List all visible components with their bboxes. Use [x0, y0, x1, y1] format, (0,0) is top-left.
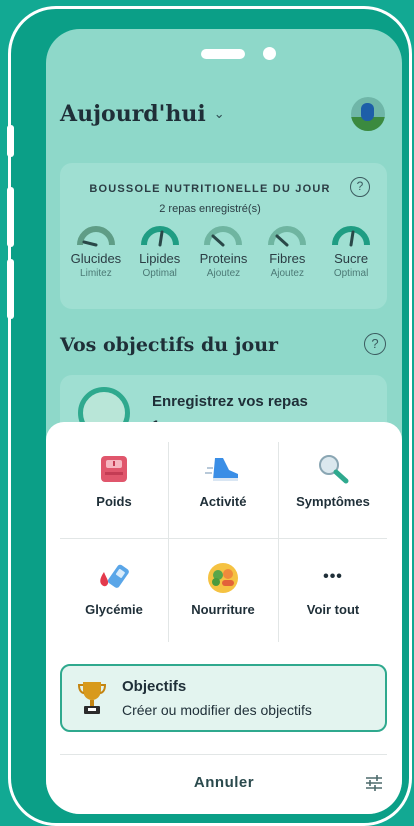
objectifs-button[interactable]: Objectifs Créer ou modifier des objectif…: [60, 664, 387, 732]
gauge-sucre: Sucre Optimal: [320, 225, 382, 279]
date-selector[interactable]: Aujourd'hui ⌄: [60, 101, 225, 127]
objectifs-subtitle: Créer ou modifier des objectifs: [122, 702, 312, 718]
compass-subtitle: 2 repas enregistré(s): [159, 203, 261, 215]
compass-title: BOUSSOLE NUTRITIONELLE DU JOUR: [89, 183, 331, 195]
gauge-glucides-icon: [76, 226, 115, 247]
gauge-status: Ajoutez: [206, 268, 241, 279]
side-button: [7, 259, 14, 319]
gauge-status: Ajoutez: [270, 268, 304, 279]
entry-label: Activité: [199, 494, 247, 509]
entry-activite-button[interactable]: Activité: [169, 442, 277, 540]
gauge-proteins: Proteins Ajoutez: [192, 225, 254, 279]
nutrition-compass-card[interactable]: BOUSSOLE NUTRITIONELLE DU JOUR ? 2 repas…: [60, 163, 387, 309]
gauge-status: Optimal: [142, 268, 177, 279]
page-title: Aujourd'hui: [60, 101, 206, 127]
gauge-fibres-icon: [268, 226, 307, 247]
add-entry-sheet: Poids Activité Symptômes Glycémie Nourri…: [46, 422, 402, 814]
divider: [60, 754, 387, 755]
scale-icon: [101, 456, 127, 482]
entry-voir-tout-button[interactable]: ••• Voir tout: [279, 550, 387, 648]
objective-title: Enregistrez vos repas: [152, 393, 308, 410]
speaker-notch: [201, 49, 245, 59]
side-button: [7, 187, 14, 247]
screen: Aujourd'hui ⌄ BOUSSOLE NUTRITIONELLE DU …: [46, 29, 402, 814]
gauge-glucides: Glucides Limitez: [65, 225, 127, 279]
gauge-lipides: Lipides Optimal: [129, 225, 191, 279]
trophy-icon: [78, 682, 106, 714]
entry-label: Voir tout: [306, 602, 360, 617]
objectives-heading: Vos objectifs du jour: [60, 334, 279, 356]
entry-nourriture-button[interactable]: Nourriture: [169, 550, 277, 648]
objectives-help-icon[interactable]: ?: [364, 333, 386, 355]
gauge-status: Limitez: [80, 268, 112, 279]
help-icon[interactable]: ?: [350, 177, 370, 197]
gauge-name: Glucides: [70, 251, 122, 266]
entry-glycemie-button[interactable]: Glycémie: [60, 550, 168, 648]
food-plate-icon: [208, 563, 238, 593]
glucose-meter-icon: [100, 564, 129, 588]
entry-label: Glycémie: [85, 602, 143, 617]
gauge-status: Optimal: [333, 268, 369, 279]
entry-label: Poids: [96, 494, 132, 509]
camera-notch: [263, 47, 276, 60]
gauge-name: Fibres: [269, 251, 306, 266]
gauge-name: Lipides: [139, 251, 181, 266]
cancel-button[interactable]: Annuler: [46, 774, 402, 791]
avatar[interactable]: [351, 97, 385, 131]
gauge-name: Sucre: [334, 251, 369, 266]
gauge-lipides-icon: [140, 226, 179, 247]
gauge-proteins-icon: [204, 226, 243, 247]
more-icon: •••: [323, 568, 343, 585]
gauge-name: Proteins: [199, 251, 248, 266]
objectifs-title: Objectifs: [122, 678, 187, 695]
side-button: [7, 125, 14, 157]
entry-symptomes-button[interactable]: Symptômes: [279, 442, 387, 540]
entry-poids-button[interactable]: Poids: [60, 442, 168, 540]
phone-frame: Aujourd'hui ⌄ BOUSSOLE NUTRITIONELLE DU …: [7, 6, 412, 826]
chevron-down-icon: ⌄: [213, 106, 225, 121]
magnifier-icon: [319, 455, 349, 484]
sneaker-icon: [205, 458, 238, 481]
gauge-fibres: Fibres Ajoutez: [256, 225, 318, 279]
entry-grid: Poids Activité Symptômes Glycémie Nourri…: [46, 442, 402, 642]
gauge-sucre-icon: [332, 226, 371, 247]
filter-sliders-icon[interactable]: [364, 774, 384, 792]
entry-label: Symptômes: [296, 494, 370, 509]
entry-label: Nourriture: [191, 602, 255, 617]
